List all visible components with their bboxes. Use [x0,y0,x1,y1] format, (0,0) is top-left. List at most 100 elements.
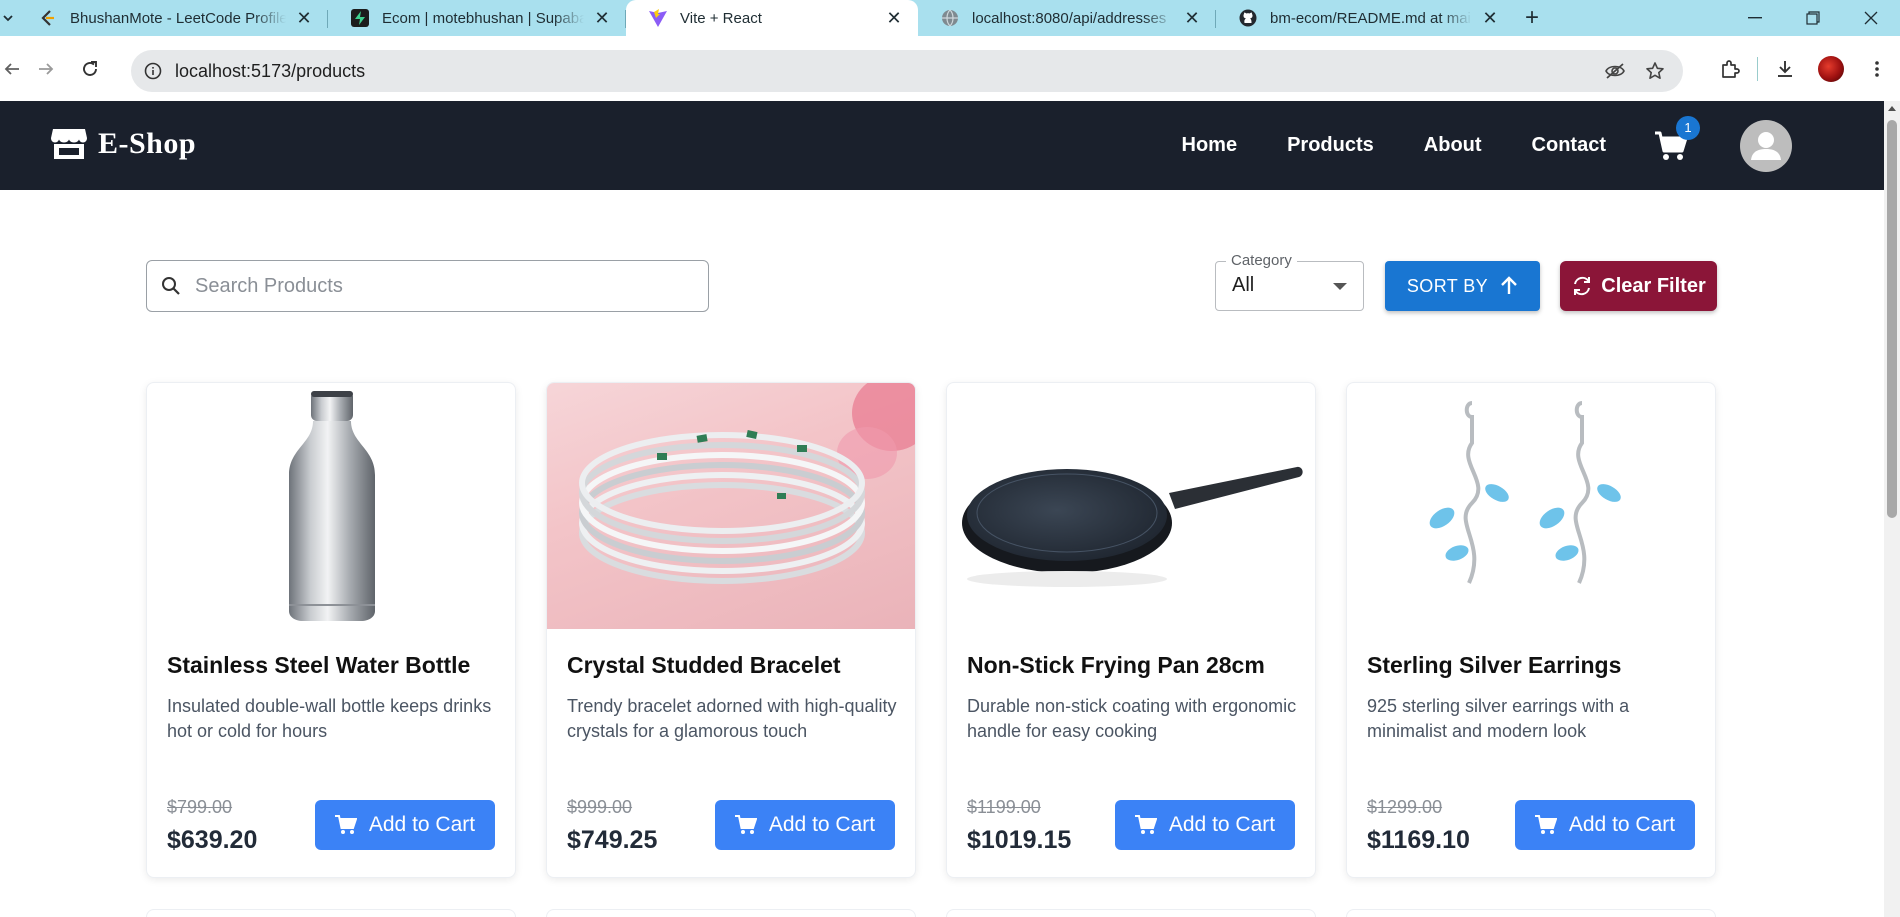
add-to-cart-button[interactable]: Add to Cart [1515,800,1695,850]
forward-arrow-icon[interactable] [24,47,68,91]
product-card-next-row[interactable] [146,909,516,917]
arrow-up-icon [1501,276,1517,294]
vite-icon [648,8,668,28]
product-description: Trendy bracelet adorned with high-qualit… [567,696,897,741]
product-description: 925 sterling silver earrings with a mini… [1367,696,1630,741]
back-arrow-icon[interactable] [0,47,24,91]
browser-tab-active[interactable]: Vite + React ✕ [626,0,918,36]
tab-title: bm-ecom/README.md at main [1270,9,1472,27]
address-url[interactable]: localhost:5173/products [175,61,1595,82]
clear-filter-button[interactable]: Clear Filter [1560,261,1717,311]
site-navbar: E-Shop Home Products About Contact 1 [0,101,1884,190]
cart-button[interactable]: 1 [1654,115,1700,163]
shopping-cart-icon [334,815,357,834]
earrings-image[interactable] [1347,383,1715,629]
nav-link-about[interactable]: About [1424,134,1482,157]
add-to-cart-label: Add to Cart [1568,813,1676,836]
bookmark-star-icon[interactable] [1635,61,1675,81]
product-title[interactable]: Stainless Steel Water Bottle [167,652,470,679]
shopping-cart-icon [1534,815,1557,834]
browser-tab[interactable]: BhushanMote - LeetCode Profile ✕ [16,0,328,36]
add-to-cart-label: Add to Cart [1168,813,1276,836]
product-title[interactable]: Sterling Silver Earrings [1367,652,1621,679]
brand-name: E-Shop [98,127,197,160]
product-card-next-row[interactable] [1346,909,1716,917]
site-info-icon[interactable] [131,62,175,80]
address-bar[interactable]: localhost:5173/products [131,50,1683,92]
frying-pan-image[interactable] [947,383,1315,629]
product-description: Insulated double-wall bottle keeps drink… [167,696,492,741]
tab-search-chevron-icon[interactable] [0,0,16,36]
toolbar-right-group [1707,36,1900,101]
close-tab-icon[interactable]: ✕ [884,8,904,28]
product-title[interactable]: Crystal Studded Bracelet [567,652,841,679]
add-to-cart-button[interactable]: Add to Cart [1115,800,1295,850]
eye-slash-icon[interactable] [1595,62,1635,80]
browser-tab[interactable]: Ecom | motebhushan | Supabase ✕ [328,0,626,36]
category-value: All [1232,274,1255,296]
close-tab-icon[interactable]: ✕ [1480,8,1500,28]
profile-avatar-icon[interactable] [1808,46,1854,92]
product-card[interactable]: Stainless Steel Water Bottle Insulated d… [146,382,516,878]
nav-link-products[interactable]: Products [1287,134,1374,157]
search-icon [162,277,180,295]
storefront-icon [51,129,87,159]
scrollbar-thumb[interactable] [1887,120,1897,518]
minimize-icon[interactable] [1726,0,1784,36]
original-price: $799.00 [167,797,233,817]
browser-tab-strip: BhushanMote - LeetCode Profile ✕ Ecom | … [0,0,1900,36]
download-icon[interactable] [1762,46,1808,92]
browser-tab[interactable]: bm-ecom/README.md at main ✕ [1216,0,1514,36]
sort-button[interactable]: SORT BY [1385,261,1540,311]
search-input[interactable]: Search Products [146,260,709,312]
extensions-puzzle-icon[interactable] [1707,46,1753,92]
add-to-cart-button[interactable]: Add to Cart [315,800,495,850]
scroll-up-arrow-icon[interactable] [1888,106,1896,111]
nav-links: Home Products About Contact 1 [1182,101,1884,190]
product-card[interactable]: Crystal Studded Bracelet Trendy bracelet… [546,382,916,878]
tab-title: BhushanMote - LeetCode Profile [70,9,286,27]
nav-link-contact[interactable]: Contact [1532,134,1606,157]
product-card-next-row[interactable] [946,909,1316,917]
close-window-icon[interactable] [1842,0,1900,36]
new-tab-plus-icon[interactable]: + [1514,0,1550,36]
product-title[interactable]: Non-Stick Frying Pan 28cm [967,652,1265,679]
github-icon [1238,8,1258,28]
shopping-cart-icon [1134,815,1157,834]
user-avatar[interactable] [1740,119,1792,172]
bottle-image[interactable] [147,383,515,629]
sale-price: $1169.10 [1367,826,1470,854]
chevron-down-icon [1333,283,1347,290]
product-card[interactable]: Sterling Silver Earrings 925 sterling si… [1346,382,1716,878]
restore-icon[interactable] [1784,0,1842,36]
app-viewport: E-Shop Home Products About Contact 1 Sea… [0,101,1884,917]
close-tab-icon[interactable]: ✕ [592,8,612,28]
original-price: $999.00 [567,797,633,817]
toolbar-divider [1757,56,1758,81]
close-tab-icon[interactable]: ✕ [294,8,314,28]
sale-price: $1019.15 [967,826,1072,854]
add-to-cart-label: Add to Cart [768,813,876,836]
sale-price: $749.25 [567,826,658,854]
original-price: $1199.00 [967,797,1041,817]
cart-count-badge: 1 [1676,115,1700,140]
product-card-next-row[interactable] [546,909,916,917]
product-card[interactable]: Non-Stick Frying Pan 28cm Durable non-st… [946,382,1316,878]
browser-tab[interactable]: localhost:8080/api/addresses ✕ [918,0,1216,36]
category-label: Category [1226,252,1297,269]
supabase-icon [350,8,370,28]
bracelet-image[interactable] [547,383,915,629]
more-menu-icon[interactable] [1854,46,1900,92]
product-description: Durable non-stick coating with ergonomic… [967,696,1297,741]
category-select[interactable]: Category All [1215,252,1364,311]
nav-link-home[interactable]: Home [1182,134,1238,157]
add-to-cart-button[interactable]: Add to Cart [715,800,895,850]
add-to-cart-label: Add to Cart [368,813,476,836]
reload-icon[interactable] [68,47,112,91]
person-icon [1751,131,1781,160]
close-tab-icon[interactable]: ✕ [1182,8,1202,28]
leetcode-icon [38,8,58,28]
brand-logo[interactable]: E-Shop [50,127,196,161]
tab-title: localhost:8080/api/addresses [972,9,1167,27]
sale-price: $639.20 [167,826,258,854]
